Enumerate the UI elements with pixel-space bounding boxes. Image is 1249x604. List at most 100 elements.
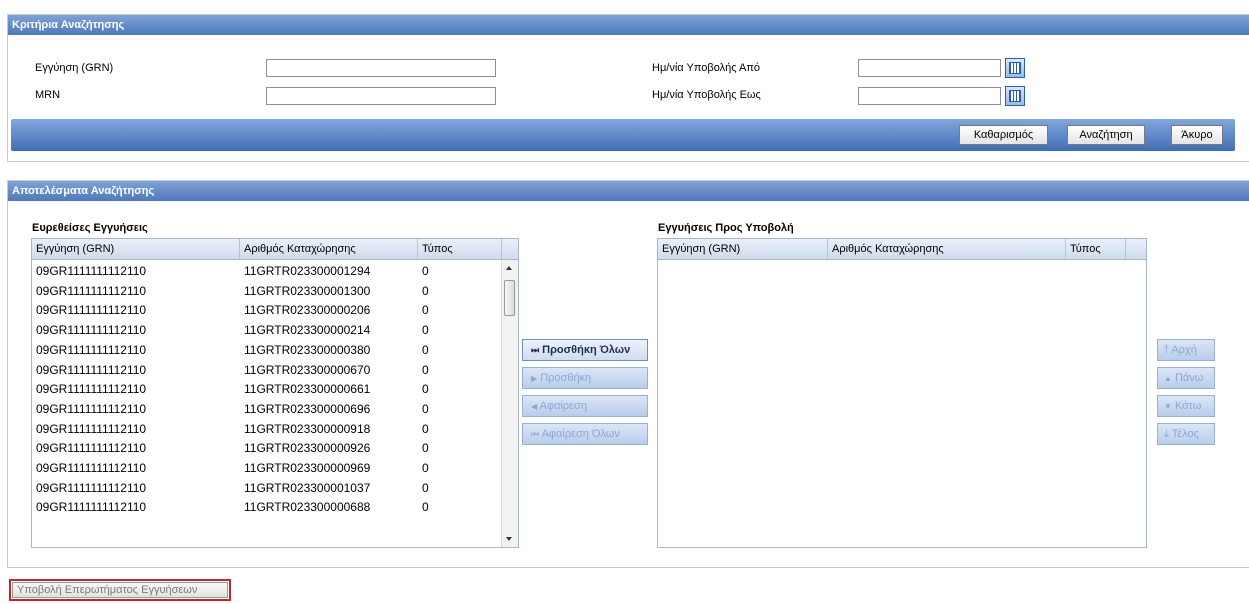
table-row[interactable]: 09GR1111111112110 11GRTR023300000661 0	[32, 380, 500, 398]
cell-grn: 09GR1111111112110	[36, 480, 147, 495]
table-row[interactable]: 09GR1111111112110 11GRTR023300001037 0	[32, 479, 500, 497]
arrow-up-icon: ▲	[1164, 374, 1172, 383]
remove-button[interactable]: ◀ Αφαίρεση	[522, 395, 648, 417]
cell-grn: 09GR1111111112110	[36, 500, 147, 515]
cell-type: 0	[422, 401, 429, 416]
selected-guarantees-title: Εγγυήσεις Προς Υποβολή	[658, 222, 794, 234]
cell-registration-number: 11GRTR023300000670	[244, 362, 371, 377]
cell-grn: 09GR1111111112110	[36, 401, 147, 416]
column-registration-number[interactable]: Αριθμός Καταχώρησης	[828, 239, 1066, 259]
move-down-button[interactable]: ▼ Κάτω	[1157, 395, 1215, 417]
scroll-thumb[interactable]	[504, 280, 515, 316]
table-row[interactable]: 09GR1111111112110 11GRTR023300000696 0	[32, 400, 500, 418]
cell-registration-number: 11GRTR023300001037	[244, 480, 371, 495]
column-registration-number[interactable]: Αριθμός Καταχώρησης	[240, 239, 418, 259]
cell-registration-number: 11GRTR023300001294	[244, 264, 371, 278]
cell-grn: 09GR1111111112110	[36, 303, 147, 318]
search-criteria-header: Κριτήρια Αναζήτησης	[8, 15, 1249, 35]
cell-registration-number: 11GRTR023300000214	[244, 323, 371, 338]
cancel-button[interactable]: Άκυρο	[1171, 125, 1223, 145]
table-row[interactable]: 09GR1111111112110 11GRTR023300001294 0	[32, 262, 500, 280]
move-top-icon: ⤒	[1164, 344, 1169, 356]
table-row[interactable]: 09GR1111111112110 11GRTR023300001300 0	[32, 282, 500, 300]
scrollbar[interactable]	[501, 260, 518, 547]
mrn-label: MRN	[35, 89, 61, 101]
cell-grn: 09GR1111111112110	[36, 362, 147, 377]
cell-type: 0	[422, 283, 429, 298]
date-to-label: Ημ/νία Υποβολής Εως	[652, 89, 761, 101]
grn-label: Εγγύηση (GRN)	[35, 62, 114, 74]
table-row[interactable]: 09GR1111111112110 11GRTR023300000918 0	[32, 420, 500, 438]
table-row[interactable]: 09GR1111111112110 11GRTR023300000969 0	[32, 459, 500, 477]
remove-all-button[interactable]: ⏮ Αφαίρεση Όλων	[522, 423, 648, 445]
search-button[interactable]: Αναζήτηση	[1067, 125, 1145, 145]
search-results-header: Αποτελέσματα Αναζήτησης	[8, 181, 1249, 201]
fast-forward-icon: ⏭	[531, 345, 540, 355]
table-header: Εγγύηση (GRN) Αριθμός Καταχώρησης Τύπος	[32, 239, 518, 260]
cell-grn: 09GR1111111112110	[36, 461, 147, 475]
grn-input[interactable]	[266, 59, 496, 77]
cell-registration-number: 11GRTR023300000661	[244, 382, 371, 397]
cell-type: 0	[422, 382, 429, 397]
table-row[interactable]: 09GR1111111112110 11GRTR023300000214 0	[32, 321, 500, 339]
date-from-input[interactable]	[858, 59, 1001, 77]
selected-guarantees-table[interactable]: Εγγύηση (GRN) Αριθμός Καταχώρησης Τύπος	[657, 238, 1147, 548]
cell-grn: 09GR1111111112110	[36, 382, 147, 397]
table-header: Εγγύηση (GRN) Αριθμός Καταχώρησης Τύπος	[658, 239, 1146, 260]
cell-registration-number: 11GRTR023300000918	[244, 421, 371, 436]
found-guarantees-title: Ευρεθείσες Εγγυήσεις	[32, 222, 148, 234]
calendar-icon[interactable]	[1005, 58, 1025, 78]
table-row[interactable]: 09GR1111111112110 11GRTR023300000688 0	[32, 498, 500, 516]
move-top-button[interactable]: ⤒ Αρχή	[1157, 339, 1215, 361]
cell-registration-number: 11GRTR023300001300	[244, 283, 371, 298]
move-bottom-icon: ⤓	[1164, 428, 1169, 440]
column-type[interactable]: Τύπος	[1066, 239, 1126, 259]
column-grn[interactable]: Εγγύηση (GRN)	[658, 239, 828, 259]
column-type[interactable]: Τύπος	[418, 239, 502, 259]
found-guarantees-table[interactable]: Εγγύηση (GRN) Αριθμός Καταχώρησης Τύπος …	[31, 238, 519, 548]
table-row[interactable]: 09GR1111111112110 11GRTR023300000670 0	[32, 361, 500, 379]
fast-rewind-icon: ⏮	[531, 429, 540, 439]
cell-grn: 09GR1111111112110	[36, 342, 147, 357]
cell-registration-number: 11GRTR023300000380	[244, 342, 371, 357]
cell-type: 0	[422, 480, 429, 495]
cell-registration-number: 11GRTR023300000696	[244, 401, 371, 416]
cell-grn: 09GR1111111112110	[36, 421, 147, 436]
cell-type: 0	[422, 264, 429, 278]
cell-registration-number: 11GRTR023300000969	[244, 461, 371, 475]
clear-button[interactable]: Καθαρισμός	[959, 125, 1048, 145]
reverse-icon: ◀	[531, 402, 538, 411]
cell-type: 0	[422, 441, 429, 456]
arrow-down-icon: ▼	[1164, 402, 1172, 411]
cell-grn: 09GR1111111112110	[36, 283, 147, 298]
move-bottom-button[interactable]: ⤓ Τέλος	[1157, 423, 1215, 445]
cell-type: 0	[422, 362, 429, 377]
submit-highlight: Υποβολή Επερωτήματος Εγγυήσεων	[9, 579, 231, 601]
mrn-input[interactable]	[266, 87, 496, 105]
cell-type: 0	[422, 421, 429, 436]
table-row[interactable]: 09GR1111111112110 11GRTR023300000926 0	[32, 439, 500, 457]
submit-query-button[interactable]: Υποβολή Επερωτήματος Εγγυήσεων	[12, 582, 228, 598]
search-actions-bar	[11, 119, 1235, 151]
cell-type: 0	[422, 323, 429, 338]
cell-type: 0	[422, 303, 429, 318]
column-grn[interactable]: Εγγύηση (GRN)	[32, 239, 240, 259]
date-to-input[interactable]	[858, 87, 1001, 105]
cell-grn: 09GR1111111112110	[36, 441, 147, 456]
move-up-button[interactable]: ▲ Πάνω	[1157, 367, 1215, 389]
table-row[interactable]: 09GR1111111112110 11GRTR023300000206 0	[32, 301, 500, 319]
cell-grn: 09GR1111111112110	[36, 323, 147, 338]
date-from-label: Ημ/νία Υποβολής Από	[652, 62, 761, 74]
add-button[interactable]: ▶ Προσθήκη	[522, 367, 648, 389]
scroll-down-icon[interactable]	[506, 537, 512, 541]
cell-registration-number: 11GRTR023300000688	[244, 500, 371, 515]
play-icon: ▶	[531, 374, 538, 383]
cell-type: 0	[422, 342, 429, 357]
cell-registration-number: 11GRTR023300000206	[244, 303, 371, 318]
cell-grn: 09GR1111111112110	[36, 264, 147, 278]
table-row[interactable]: 09GR1111111112110 11GRTR023300000380 0	[32, 341, 500, 359]
add-all-button[interactable]: ⏭ Προσθήκη Όλων	[522, 339, 648, 361]
calendar-icon[interactable]	[1005, 86, 1025, 106]
cell-type: 0	[422, 500, 429, 515]
scroll-up-icon[interactable]	[506, 266, 512, 270]
